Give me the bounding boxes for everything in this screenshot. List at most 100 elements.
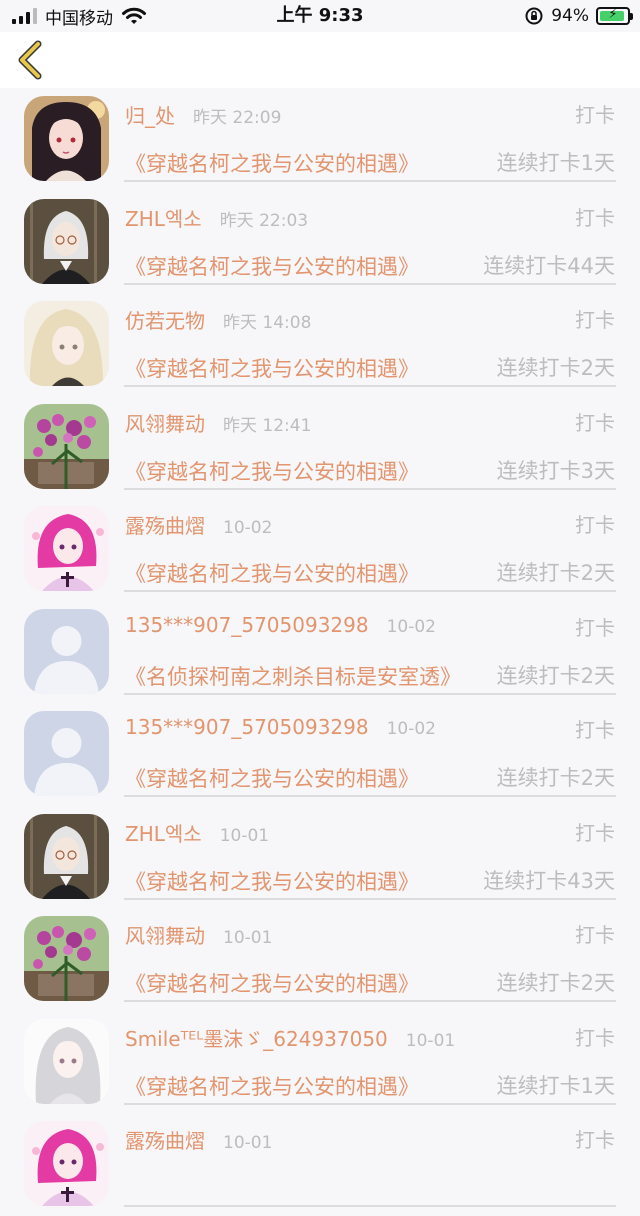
nav-bar — [0, 32, 640, 88]
battery-icon: ⚡ — [596, 7, 633, 25]
avatar-image — [24, 711, 109, 796]
list-item[interactable]: Smileᵀᴱᴸ墨沫ゞ_624937050 10-01 打卡 《穿越名柯之我与公安的相… — [0, 1011, 640, 1114]
divider — [124, 385, 616, 387]
post-time: 10-01 — [223, 928, 273, 948]
avatar[interactable] — [24, 711, 109, 796]
streak-count: 连续打卡44天 — [483, 253, 615, 278]
avatar[interactable] — [24, 916, 109, 1001]
avatar-image — [24, 301, 109, 386]
avatar[interactable] — [24, 506, 109, 591]
book-title-link[interactable]: 《穿越名柯之我与公安的相遇》 — [125, 763, 419, 793]
post-time: 昨天 22:03 — [219, 210, 309, 231]
avatar[interactable] — [24, 1121, 109, 1206]
user-name[interactable]: ZHL엑소 10-01 — [125, 818, 269, 847]
status-bar: 中国移动 上午 9:33 94% ⚡ — [0, 0, 640, 32]
streak-count: 连续打卡2天 — [496, 356, 615, 380]
user-name[interactable]: 露殇曲熠 10-02 — [125, 510, 272, 539]
streak-count: 连续打卡1天 — [496, 1073, 615, 1098]
checkin-label: 打卡 — [575, 1128, 615, 1152]
user-name[interactable]: 风翎舞动 昨天 12:41 — [125, 408, 311, 437]
streak-count: 连续打卡2天 — [496, 766, 615, 790]
list-item[interactable]: 归_处 昨天 22:09 打卡《穿越名柯之我与公安的相遇》 连续打卡1天 — [0, 88, 640, 191]
user-name-text: 风翎舞动 — [125, 411, 205, 436]
list-item[interactable]: 135***907_5705093298 10-02 打卡《名侦探柯南之刺杀目标是安… — [0, 601, 640, 704]
charging-bolt-icon: ⚡ — [608, 7, 618, 22]
book-title-link[interactable]: 《穿越名柯之我与公安的相遇》 — [125, 251, 419, 281]
checkin-label: 打卡 — [575, 410, 615, 435]
divider — [124, 795, 616, 797]
user-name[interactable]: 仿若无物 昨天 14:08 — [125, 305, 311, 334]
user-name[interactable]: Smileᵀᴱᴸ墨沫ゞ_624937050 10-01 — [125, 1023, 455, 1052]
orientation-lock-icon — [525, 7, 543, 25]
user-name-text: 135***907_5705093298 — [125, 612, 369, 637]
user-name-text: Smileᵀᴱᴸ墨沫ゞ_624937050 — [125, 1026, 388, 1051]
divider — [124, 282, 616, 285]
user-name-text: 风翎舞动 — [125, 924, 205, 948]
avatar[interactable] — [24, 403, 109, 489]
checkin-label: 打卡 — [575, 103, 615, 127]
avatar-image — [24, 608, 109, 694]
checkin-label: 打卡 — [575, 923, 615, 947]
user-name[interactable]: 风翎舞动 10-01 — [125, 920, 272, 949]
checkin-list: 归_处 昨天 22:09 打卡 《穿越名柯之我与公安的相遇》 连续打卡1天 ZHL엑소 昨天… — [0, 88, 640, 1216]
streak-count: 连续打卡2天 — [496, 561, 615, 585]
avatar[interactable] — [24, 813, 109, 899]
checkin-label: 打卡 — [575, 513, 615, 537]
status-right: 94% ⚡ — [524, 4, 633, 28]
avatar[interactable] — [24, 608, 109, 694]
checkin-label: 打卡 — [575, 615, 615, 640]
checkin-label: 打卡 — [575, 718, 615, 742]
divider — [124, 1205, 616, 1207]
user-name[interactable]: 135***907_5705093298 10-02 — [125, 715, 436, 739]
book-title-link[interactable]: 《穿越名柯之我与公安的相遇》 — [125, 353, 419, 383]
list-item[interactable]: ZHL엑소 昨天 22:03 打卡 《穿越名柯之我与公安的相遇》 连续打卡44天 — [0, 191, 640, 294]
post-time: 昨天 22:09 — [193, 108, 282, 128]
user-name-text: ZHL엑소 — [125, 821, 202, 846]
user-name-text: 露殇曲熠 — [125, 1129, 205, 1153]
post-time: 昨天 14:08 — [223, 313, 312, 333]
streak-count: 连续打卡1天 — [496, 151, 615, 175]
avatar-image — [24, 916, 109, 1001]
list-item[interactable]: 露殇曲熠 10-02 打卡《穿越名柯之我与公安的相遇》 连续打卡2天 — [0, 498, 640, 601]
book-title-link[interactable]: 《穿越名柯之我与公安的相遇》 — [125, 456, 419, 486]
avatar[interactable] — [24, 198, 109, 284]
user-name[interactable]: 露殇曲熠 10-01 — [125, 1125, 272, 1154]
avatar[interactable] — [24, 96, 109, 181]
user-name-text: ZHL엑소 — [125, 206, 202, 231]
user-name[interactable]: 135***907_5705093298 10-02 — [125, 613, 436, 637]
list-item[interactable]: 风翎舞动 10-01 打卡 《穿越名柯之我与公安的相遇》 连续打卡2天 — [0, 908, 640, 1011]
avatar-image — [24, 403, 109, 489]
book-title-link[interactable]: 《穿越名柯之我与公安的相遇》 — [125, 968, 419, 998]
user-name[interactable]: ZHL엑소 昨天 22:03 — [125, 203, 308, 232]
list-item[interactable]: 仿若无物 昨天 14:08 打卡《穿越名柯之我与公安的相遇》 连续打卡2天 — [0, 293, 640, 396]
avatar-image — [24, 1121, 109, 1206]
book-title-link[interactable]: 《穿越名柯之我与公安的相遇》 — [125, 148, 419, 178]
chevron-left-icon — [18, 40, 42, 80]
book-title-link[interactable]: 《穿越名柯之我与公安的相遇》 — [125, 866, 419, 896]
list-item[interactable]: 露殇曲熠 10-01 打卡 — [0, 1113, 640, 1216]
back-button[interactable] — [14, 40, 46, 80]
post-time: 10-02 — [223, 518, 273, 538]
divider — [124, 180, 616, 182]
book-title-link[interactable]: 《穿越名柯之我与公安的相遇》 — [125, 1071, 419, 1101]
user-name-text: 露殇曲熠 — [125, 514, 205, 538]
checkin-label: 打卡 — [575, 820, 615, 845]
checkin-label: 打卡 — [575, 308, 615, 332]
user-name[interactable]: 归_处 昨天 22:09 — [125, 100, 281, 129]
list-item[interactable]: 风翎舞动 昨天 12:41 打卡 《穿越名柯之我与公安的相遇》 连续打卡3天 — [0, 396, 640, 499]
post-time: 10-01 — [219, 825, 270, 846]
book-title-link[interactable]: 《穿越名柯之我与公安的相遇》 — [125, 558, 419, 588]
user-name-text: 135***907_5705093298 — [125, 715, 369, 739]
post-time: 10-01 — [405, 1030, 456, 1051]
streak-count: 连续打卡43天 — [483, 868, 615, 893]
avatar[interactable] — [24, 1018, 109, 1104]
avatar-image — [24, 813, 109, 899]
divider — [124, 897, 616, 900]
avatar[interactable] — [24, 301, 109, 386]
user-name-text: 仿若无物 — [125, 309, 205, 333]
avatar-image — [24, 1018, 109, 1104]
book-title-link[interactable]: 《名侦探柯南之刺杀目标是安室透》 — [125, 661, 461, 691]
list-item[interactable]: ZHL엑소 10-01 打卡《穿越名柯之我与公安的相遇》 连续打卡43天 — [0, 806, 640, 909]
list-item[interactable]: 135***907_5705093298 10-02 打卡《穿越名柯之我与公安的相遇… — [0, 703, 640, 806]
streak-count: 连续打卡2天 — [496, 663, 615, 688]
